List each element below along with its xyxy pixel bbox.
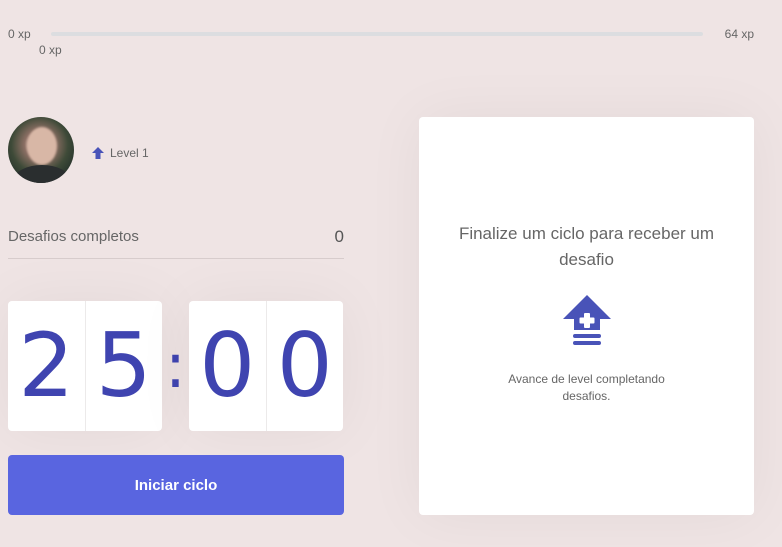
countdown-minutes: 2 5 — [8, 301, 162, 431]
challenge-box: Finalize um ciclo para receber um desafi… — [419, 117, 754, 515]
level-up-arrow-icon — [92, 147, 104, 159]
xp-min-label: 0 xp — [8, 27, 31, 41]
level-indicator: Level 1 — [91, 146, 149, 160]
completed-challenges-count: 0 — [334, 227, 344, 246]
xp-current-label: 0 xp — [39, 43, 62, 57]
start-cycle-button[interactable]: Iniciar ciclo — [8, 455, 344, 515]
level-up-icon — [562, 295, 611, 345]
experience-bar: 0 xp 0 xp 64 xp — [0, 0, 782, 60]
level-label: Level 1 — [110, 146, 149, 160]
challenge-box-hint: Avance de level completando desafios. — [508, 372, 665, 403]
second-ones-digit: 0 — [265, 301, 344, 431]
countdown-timer: 2 5 : 0 0 — [8, 301, 344, 431]
challenge-box-title: Finalize um ciclo para receber um desafi… — [458, 224, 715, 269]
xp-max-label: 64 xp — [724, 27, 754, 41]
completed-challenges: Desafios completos 0 — [8, 218, 344, 259]
xp-progress-track — [51, 32, 703, 36]
second-tens-digit: 0 — [199, 314, 256, 417]
minute-ones-digit: 5 — [84, 301, 163, 431]
profile: Level 1 — [8, 117, 149, 183]
minute-tens-digit: 2 — [18, 314, 75, 417]
avatar — [8, 117, 74, 183]
countdown-seconds: 0 0 — [189, 301, 343, 431]
countdown-separator: : — [165, 329, 186, 402]
completed-challenges-label: Desafios completos — [8, 228, 139, 245]
